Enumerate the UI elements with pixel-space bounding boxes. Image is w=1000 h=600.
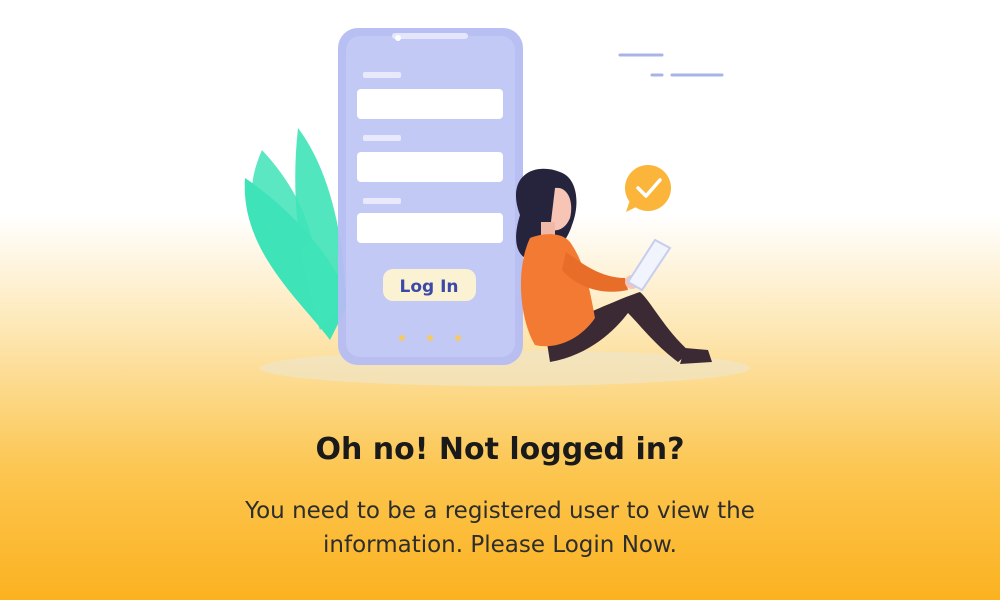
decorative-lines bbox=[618, 53, 724, 77]
pagination-dot bbox=[399, 335, 405, 341]
tablet-icon bbox=[626, 238, 672, 292]
login-illustration: Log In bbox=[244, 28, 750, 386]
username-field bbox=[357, 89, 503, 119]
page-title: Oh no! Not logged in? bbox=[315, 432, 685, 467]
pagination-dot bbox=[455, 335, 461, 341]
username-label-bar bbox=[363, 72, 401, 78]
login-button-label: Log In bbox=[399, 277, 458, 297]
pagination-dot bbox=[427, 335, 433, 341]
woman-figure bbox=[515, 168, 712, 364]
login-required-message: You need to be a registered user to view… bbox=[245, 498, 755, 558]
email-label-bar bbox=[363, 135, 401, 141]
password-label-bar bbox=[363, 198, 401, 204]
leaf-icon bbox=[244, 128, 350, 340]
phone-icon: Log In bbox=[338, 28, 523, 365]
email-field bbox=[357, 152, 503, 182]
password-field bbox=[357, 213, 503, 243]
checkmark-bubble-icon bbox=[625, 165, 671, 212]
